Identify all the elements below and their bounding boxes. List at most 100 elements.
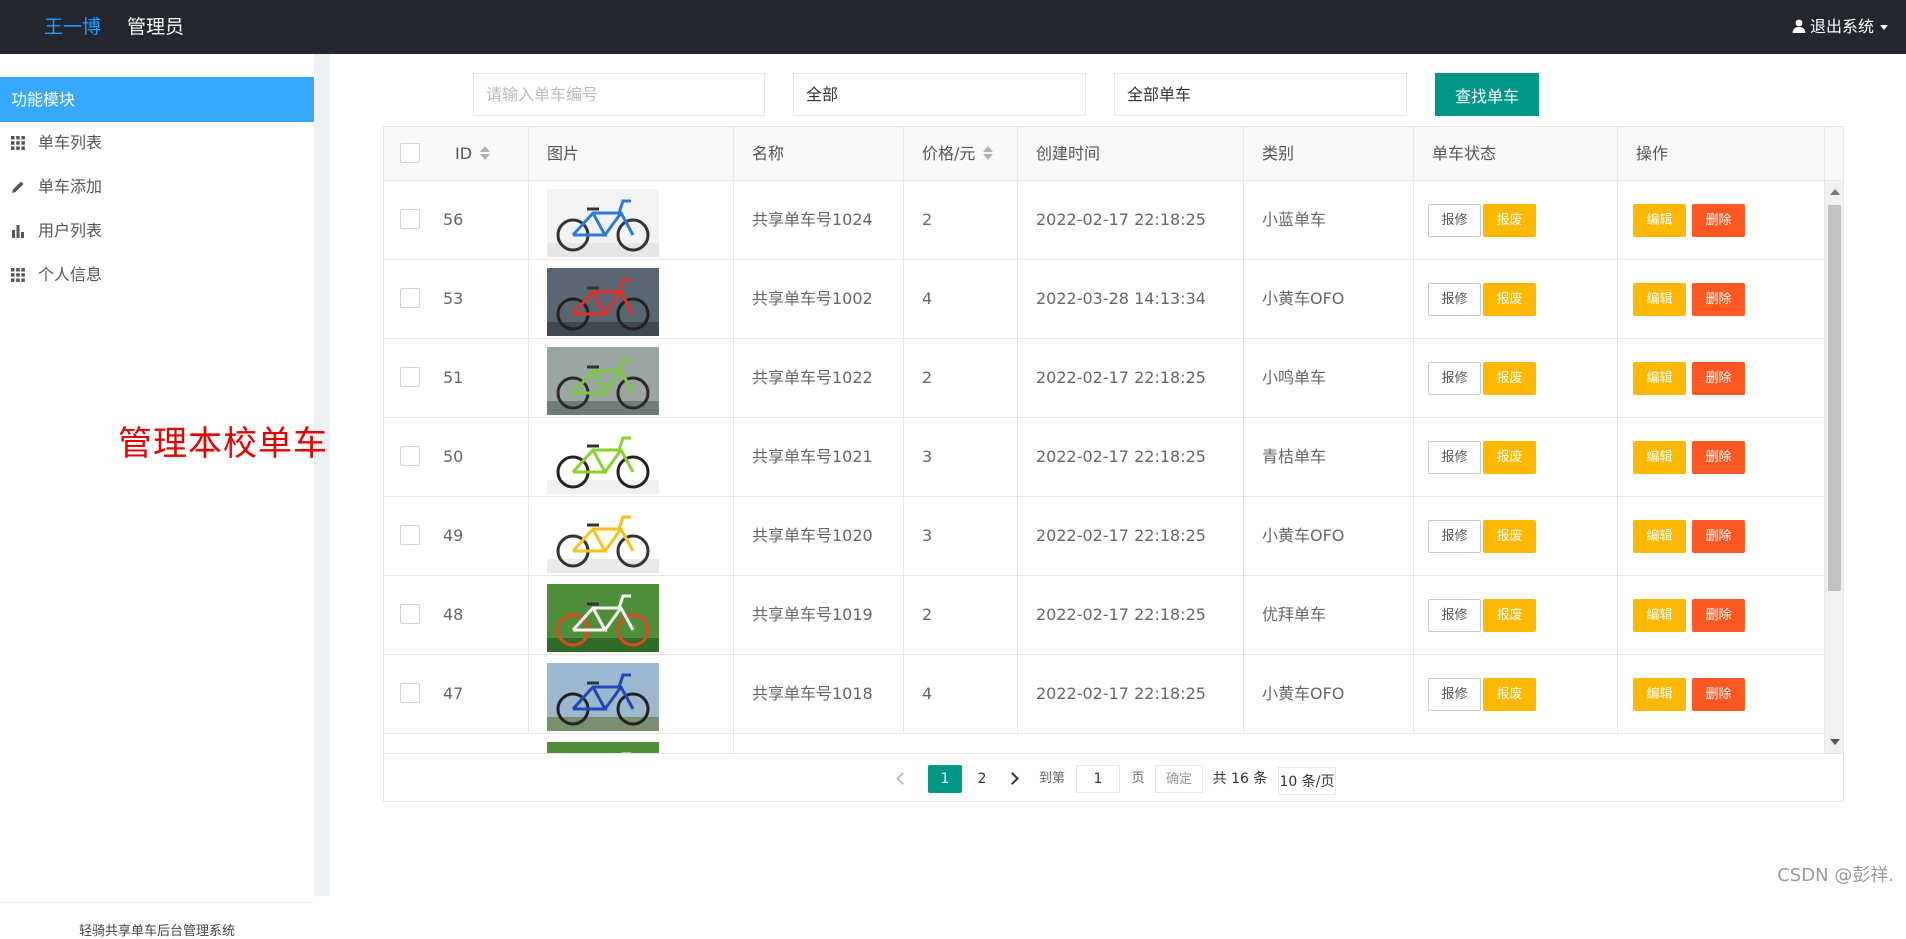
cell-category: 小黄车OFO <box>1244 260 1414 338</box>
scrollbar-thumb[interactable] <box>1828 205 1841 591</box>
column-header-status: 单车状态 <box>1414 127 1618 180</box>
edit-button[interactable]: 编辑 <box>1633 283 1686 316</box>
delete-button[interactable]: 删除 <box>1692 678 1745 711</box>
table-row: 51 共享单车号1022 2 2022-02-17 22:18:25 小鸣单车 报修 报废编… <box>384 339 1824 418</box>
cell-id: 48 <box>384 576 529 654</box>
repair-button[interactable]: 报修 <box>1428 283 1481 316</box>
row-checkbox[interactable] <box>400 525 420 545</box>
scrap-button[interactable]: 报废 <box>1483 204 1536 237</box>
edit-button[interactable]: 编辑 <box>1633 204 1686 237</box>
goto-confirm-button[interactable]: 确定 <box>1155 765 1203 793</box>
column-header-id[interactable]: ID <box>384 127 529 180</box>
delete-button[interactable]: 删除 <box>1692 520 1745 553</box>
cell-image <box>529 576 734 654</box>
edit-button[interactable]: 编辑 <box>1633 678 1686 711</box>
cell-created: 2022-02-17 22:18:25 <box>1018 576 1244 654</box>
row-checkbox[interactable] <box>400 209 420 229</box>
repair-button[interactable]: 报修 <box>1428 362 1481 395</box>
cell-name: 共享单车号1022 <box>734 339 904 417</box>
search-bike-button[interactable]: 查找单车 <box>1435 73 1539 116</box>
row-checkbox[interactable] <box>400 367 420 387</box>
repair-button[interactable]: 报修 <box>1428 204 1481 237</box>
cell-status-actions: 报修 报废 <box>1414 260 1618 338</box>
bike-table: ID 图片 名称 价格/元 创建时间 类别 单车状态 操作 56 共享单车号102… <box>383 126 1844 802</box>
edit-button[interactable]: 编辑 <box>1633 520 1686 553</box>
next-page-icon[interactable] <box>1002 765 1022 793</box>
edit-button[interactable]: 编辑 <box>1633 362 1686 395</box>
cell-price: 2 <box>904 576 1018 654</box>
column-header-price[interactable]: 价格/元 <box>904 127 1018 180</box>
status-filter-select[interactable]: 全部 <box>793 73 1086 116</box>
delete-button[interactable]: 删除 <box>1692 362 1745 395</box>
delete-button[interactable]: 删除 <box>1692 283 1745 316</box>
row-checkbox[interactable] <box>400 683 420 703</box>
cell-status-actions: 报修 报废 <box>1414 497 1618 575</box>
scroll-down-arrow-icon[interactable] <box>1830 739 1840 745</box>
edit-button[interactable]: 编辑 <box>1633 441 1686 474</box>
delete-button[interactable]: 删除 <box>1692 599 1745 632</box>
scrap-button[interactable]: 报废 <box>1483 441 1536 474</box>
column-header-category: 类别 <box>1244 127 1414 180</box>
user-icon <box>1792 19 1806 33</box>
scrap-button[interactable]: 报废 <box>1483 283 1536 316</box>
table-row: 56 共享单车号1024 2 2022-02-17 22:18:25 小蓝单车 报修 报废编… <box>384 181 1824 260</box>
scroll-up-arrow-icon[interactable] <box>1830 189 1840 195</box>
repair-button[interactable]: 报修 <box>1428 599 1481 632</box>
row-checkbox[interactable] <box>400 604 420 624</box>
goto-page-input[interactable] <box>1076 765 1120 793</box>
cell-actions: 编辑 删除 <box>1618 497 1824 575</box>
scrap-button[interactable]: 报废 <box>1483 362 1536 395</box>
table-scrollbar[interactable] <box>1824 181 1843 753</box>
sidebar-item-profile[interactable]: 个人信息 <box>0 255 314 295</box>
column-header-image: 图片 <box>529 127 734 180</box>
scrap-button[interactable]: 报废 <box>1483 599 1536 632</box>
cell-id: 49 <box>384 497 529 575</box>
cell-actions: 编辑 删除 <box>1618 339 1824 417</box>
cell-created: 2022-02-17 22:18:25 <box>1018 339 1244 417</box>
bike-id-search-input[interactable] <box>473 73 765 116</box>
table-row: 53 共享单车号1002 4 2022-03-28 14:13:34 小黄车OFO 报修报… <box>384 260 1824 339</box>
sort-icon[interactable] <box>983 146 994 160</box>
prev-page-icon[interactable] <box>892 765 912 793</box>
sidebar-section-title[interactable]: 功能模块 <box>0 77 314 122</box>
goto-label: 到第 <box>1038 771 1065 786</box>
brand-name[interactable]: 王一博 <box>44 0 101 54</box>
repair-button[interactable]: 报修 <box>1428 520 1481 553</box>
cell-id: 53 <box>384 260 529 338</box>
cell-actions: 编辑 删除 <box>1618 181 1824 259</box>
bike-thumbnail <box>547 663 659 731</box>
scrap-button[interactable]: 报废 <box>1483 520 1536 553</box>
cell-status-actions: 报修 报废 <box>1414 576 1618 654</box>
scrap-button[interactable]: 报废 <box>1483 678 1536 711</box>
sidebar-item-bike-list[interactable]: 单车列表 <box>0 123 314 163</box>
bike-thumbnail <box>547 268 659 336</box>
row-checkbox[interactable] <box>400 288 420 308</box>
delete-button[interactable]: 删除 <box>1692 441 1745 474</box>
cell-price: 2 <box>904 181 1018 259</box>
sidebar: 功能模块 单车列表 单车添加 用户列表 个人信息 轻骑共享单车后台管理系统 <box>0 54 314 939</box>
annotation-text: 管理本校单车 <box>118 424 328 464</box>
repair-button[interactable]: 报修 <box>1428 441 1481 474</box>
page-1-button[interactable]: 1 <box>928 765 962 793</box>
delete-button[interactable]: 删除 <box>1692 204 1745 237</box>
total-count: 共 16 条 <box>1212 771 1268 787</box>
sidebar-item-label: 单车列表 <box>38 133 103 152</box>
row-id: 51 <box>443 368 464 387</box>
cell-created: 2022-02-17 22:18:25 <box>1018 655 1244 733</box>
repair-button[interactable]: 报修 <box>1428 678 1481 711</box>
cell-category: 小黄车OFO <box>1244 497 1414 575</box>
sort-icon[interactable] <box>480 146 491 160</box>
cell-id: 51 <box>384 339 529 417</box>
bike-thumbnail <box>547 584 659 652</box>
page-size-select[interactable]: 10 条/页 <box>1278 767 1336 795</box>
logout-label: 退出系统 <box>1809 17 1874 36</box>
page-2-button[interactable]: 2 <box>968 765 996 793</box>
sidebar-item-bike-add[interactable]: 单车添加 <box>0 167 314 207</box>
bike-type-filter-select[interactable]: 全部单车 <box>1114 73 1407 116</box>
row-checkbox[interactable] <box>400 446 420 466</box>
edit-button[interactable]: 编辑 <box>1633 599 1686 632</box>
column-header-name: 名称 <box>734 127 904 180</box>
cell-image <box>529 181 734 259</box>
sidebar-item-user-list[interactable]: 用户列表 <box>0 211 314 251</box>
logout-menu[interactable]: 退出系统 <box>1792 0 1888 54</box>
